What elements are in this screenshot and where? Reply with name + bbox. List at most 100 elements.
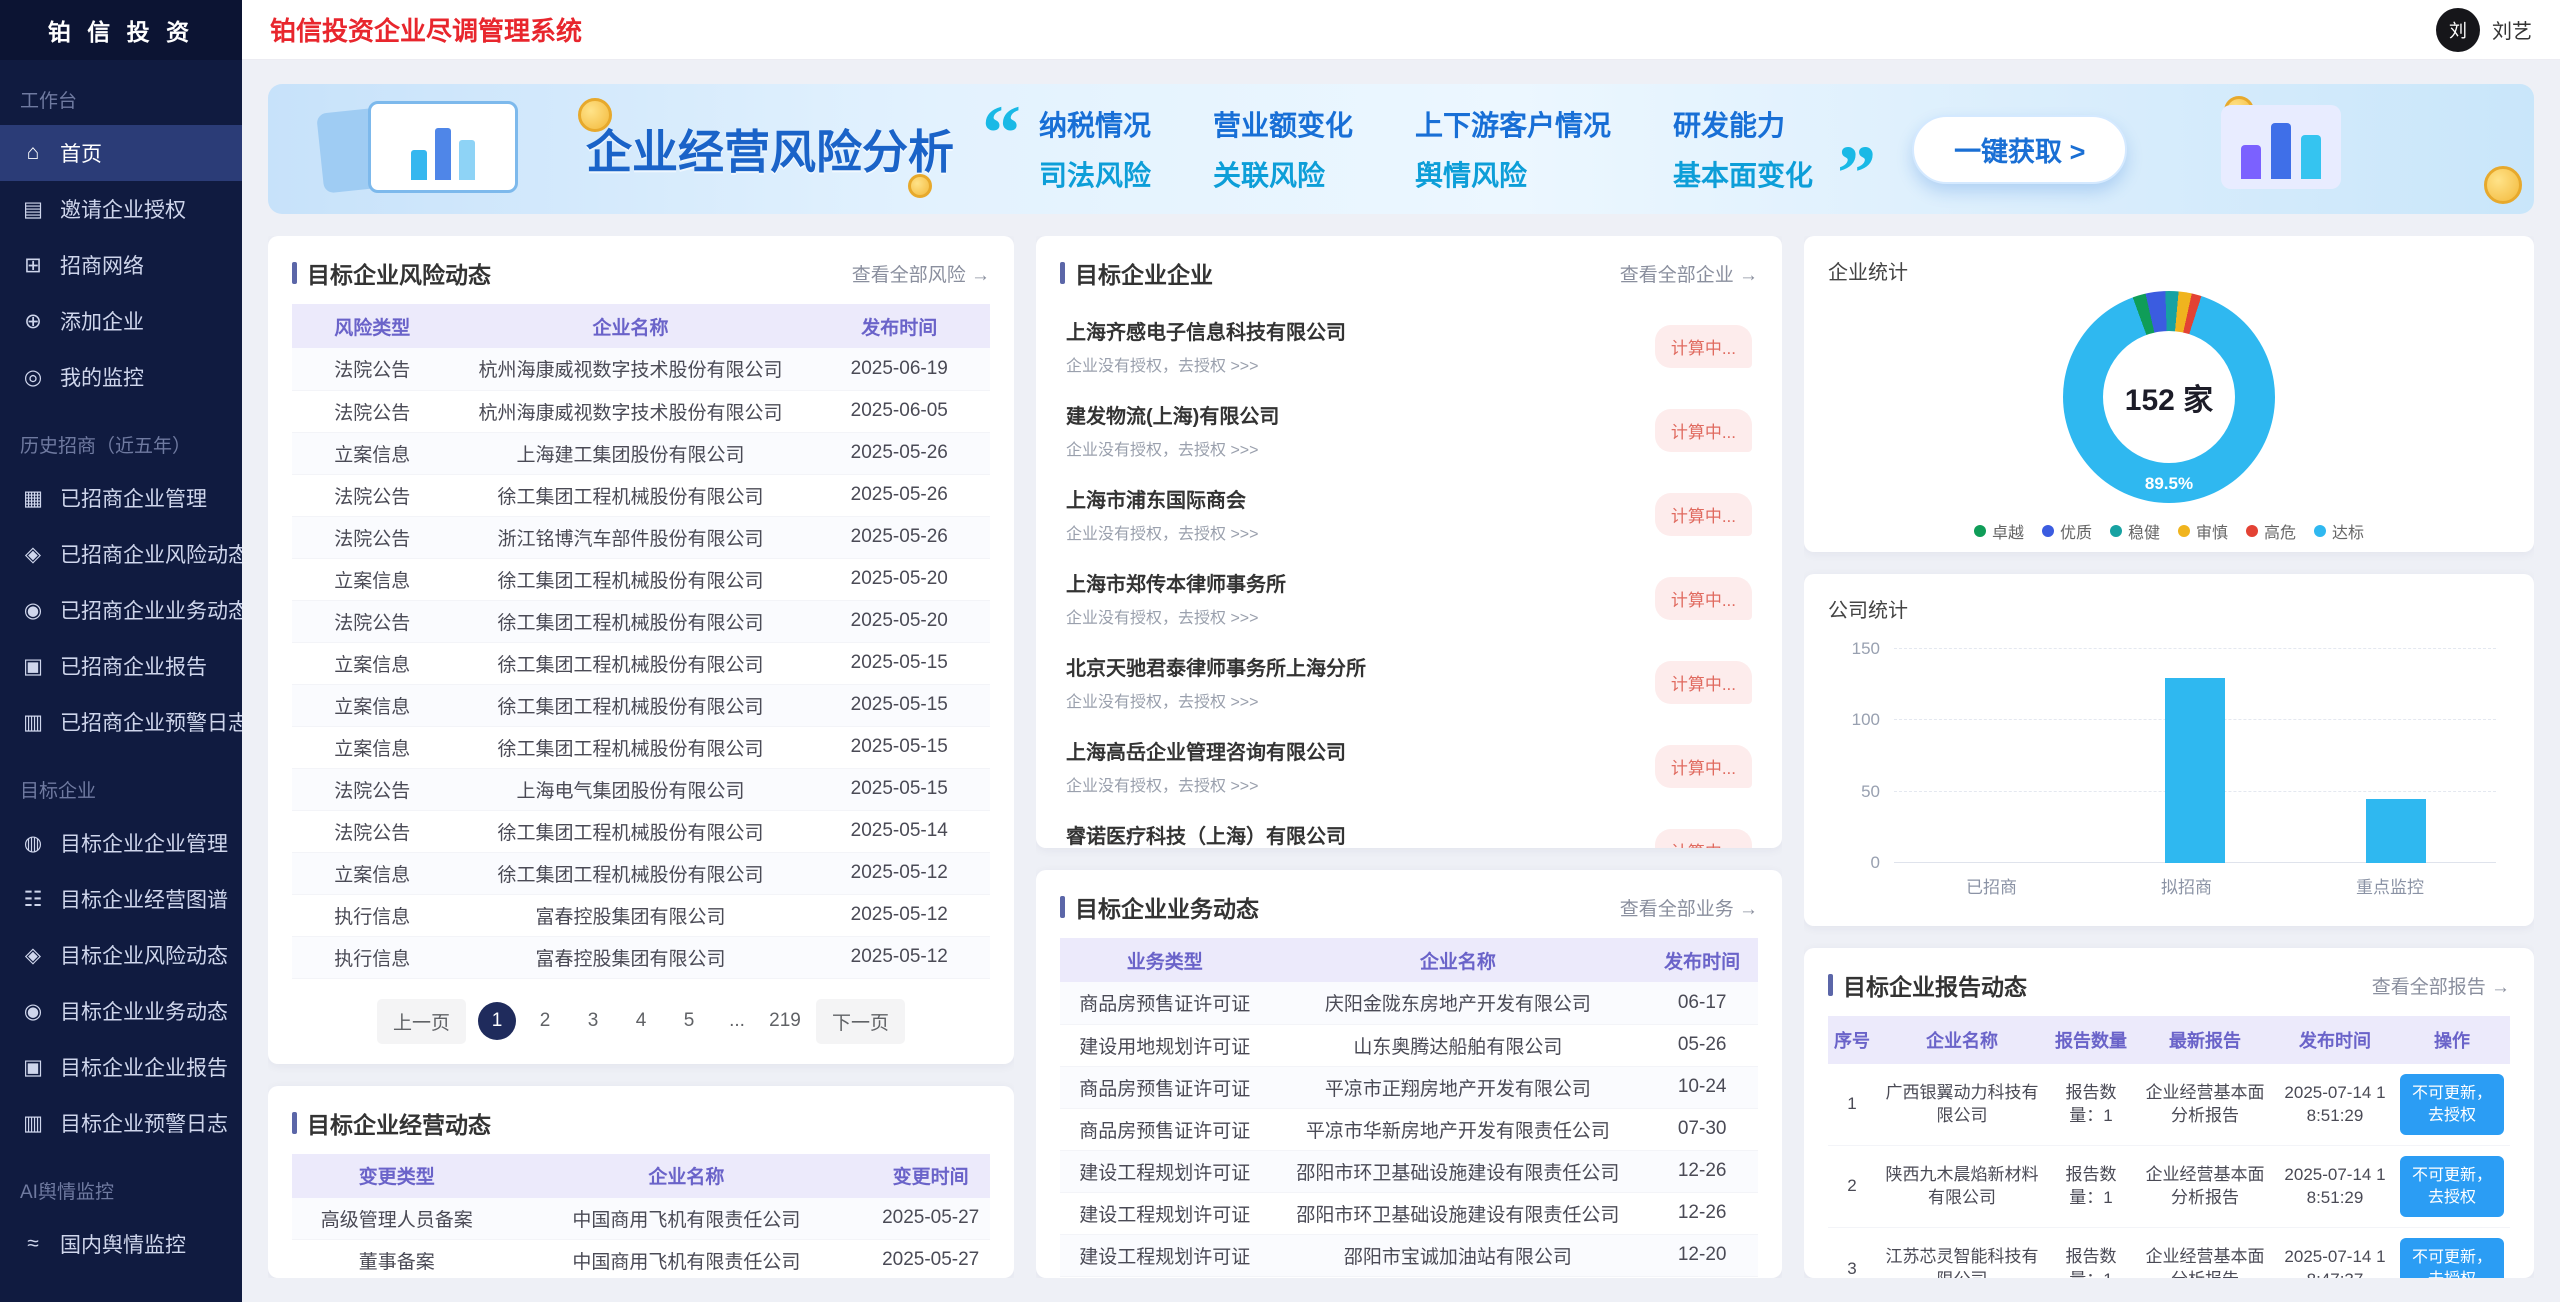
dashboard-grid: 目标企业风险动态 查看全部风险 → 风险类型 企业名称 发布时间 法院公告 杭州… [268, 236, 2534, 1278]
page-number-button[interactable]: 3 [574, 1002, 612, 1040]
operation-table-row[interactable]: 董事备案 中国商用飞机有限责任公司 2025-05-27 [292, 1240, 990, 1279]
company-authorize-link[interactable]: 企业没有授权，去授权 >>> [1066, 352, 1655, 376]
risk-table-row[interactable]: 法院公告 浙江铭博汽车部件股份有限公司 2025-05-26 [292, 516, 990, 558]
company-authorize-link[interactable]: 企业没有授权，去授权 >>> [1066, 520, 1655, 544]
page-number-button[interactable]: 219 [766, 1002, 804, 1040]
authorize-button[interactable]: 不可更新，去授权 [2400, 1156, 2504, 1218]
business-table-row[interactable]: 建设工程规划许可证 邵阳市环卫基础设施建设有限责任公司 12-26 [1060, 1192, 1758, 1234]
risk-view-all-link[interactable]: 查看全部风险 → [852, 260, 990, 287]
accent-bar [292, 1111, 297, 1134]
sidebar-item-target-graph[interactable]: ☷ 目标企业经营图谱 [0, 871, 242, 927]
banner-title: 企业经营风险分析 [586, 126, 954, 178]
risk-table-row[interactable]: 法院公告 徐工集团工程机械股份有限公司 2025-05-14 [292, 810, 990, 852]
report-index: 2 [1847, 1176, 1857, 1196]
avatar[interactable]: 刘 [2436, 7, 2480, 52]
risk-company-name: 徐工集团工程机械股份有限公司 [497, 612, 764, 634]
business-view-all-link[interactable]: 查看全部业务 → [1620, 894, 1758, 921]
page: 铂 信 投 资 工作台 ⌂ 首页 ▤ 邀请企业授权 ⊞ 招商网络 ⊕ 添加企业 … [0, 0, 2560, 1302]
sidebar-item-target-manage[interactable]: ◍ 目标企业企业管理 [0, 815, 242, 871]
risk-table-row[interactable]: 执行信息 富春控股集团有限公司 2025-05-12 [292, 894, 990, 936]
sidebar-item-hist-report[interactable]: ▣ 已招商企业报告 [0, 638, 242, 694]
company-name: 上海市郑传本律师事务所 [1066, 574, 1286, 596]
risk-table-row[interactable]: 执行信息 富春控股集团有限公司 2025-05-12 [292, 936, 990, 978]
risk-publish-date: 2025-05-15 [850, 736, 948, 757]
donut-legend: 卓越 优质 稳健 审慎 高危 达标 [1828, 519, 2510, 543]
one-click-get-button[interactable]: 一键获取 > [1912, 114, 2128, 184]
company-list-item[interactable]: 北京天驰君泰律师事务所上海分所 企业没有授权，去授权 >>> 计算中... [1060, 640, 1758, 724]
report-view-all-link[interactable]: 查看全部报告 → [2372, 972, 2510, 999]
home-icon: ⌂ [26, 141, 40, 164]
sidebar-item-target-warning-log[interactable]: ▥ 目标企业预警日志 [0, 1095, 242, 1151]
companies-view-all-link[interactable]: 查看全部企业 → [1620, 260, 1758, 287]
business-table-row[interactable]: 建设工程规划许可证 邵阳市新鸿置业有限公司 12-16 [1060, 1276, 1758, 1278]
sidebar-item-hist-risk[interactable]: ◈ 已招商企业风险动态 [0, 526, 242, 582]
sidebar-item-add-company[interactable]: ⊕ 添加企业 [0, 293, 242, 349]
business-table: 业务类型 企业名称 发布时间 商品房预售证许可证 庆阳金陇东房地产开发有限公司 … [1060, 938, 1758, 1278]
risk-table-row[interactable]: 立案信息 徐工集团工程机械股份有限公司 2025-05-15 [292, 684, 990, 726]
risk-table-row[interactable]: 立案信息 徐工集团工程机械股份有限公司 2025-05-15 [292, 726, 990, 768]
prev-page-button[interactable]: 上一页 [376, 998, 466, 1044]
sidebar-item-my-monitor[interactable]: ◎ 我的监控 [0, 349, 242, 405]
page-number-button[interactable]: 2 [526, 1002, 564, 1040]
sidebar-item-label: 已招商企业报告 [60, 656, 207, 679]
risk-table-row[interactable]: 立案信息 徐工集团工程机械股份有限公司 2025-05-15 [292, 642, 990, 684]
operation-panel: 目标企业经营动态 变更类型 企业名称 变更时间 高级管理人员备案 中国商用飞机有… [268, 1085, 1014, 1279]
risk-table-row[interactable]: 法院公告 上海电气集团股份有限公司 2025-05-15 [292, 768, 990, 810]
company-authorize-link[interactable]: 企业没有授权，去授权 >>> [1066, 604, 1655, 628]
sidebar-item-invite-auth[interactable]: ▤ 邀请企业授权 [0, 181, 242, 237]
sidebar-item-network[interactable]: ⊞ 招商网络 [0, 237, 242, 293]
company-list-item[interactable]: 睿诺医疗科技（上海）有限公司 企业没有授权，去授权 >>> 计算中... [1060, 808, 1758, 848]
risk-publish-date: 2025-05-20 [850, 568, 948, 589]
risk-table-row[interactable]: 立案信息 徐工集团工程机械股份有限公司 2025-05-20 [292, 558, 990, 600]
company-authorize-link[interactable]: 企业没有授权，去授权 >>> [1066, 772, 1655, 796]
sidebar: 铂 信 投 资 工作台 ⌂ 首页 ▤ 邀请企业授权 ⊞ 招商网络 ⊕ 添加企业 … [0, 0, 242, 1302]
op-col-date: 变更时间 [871, 1153, 990, 1198]
risk-table-row[interactable]: 法院公告 杭州海康威视数字技术股份有限公司 2025-06-19 [292, 348, 990, 390]
authorize-button[interactable]: 不可更新，去授权 [2400, 1238, 2504, 1278]
page-number-button[interactable]: 5 [670, 1002, 708, 1040]
risk-type: 法院公告 [334, 402, 411, 424]
biz-col-date: 发布时间 [1646, 938, 1758, 982]
business-table-row[interactable]: 建设工程规划许可证 邵阳市环卫基础设施建设有限责任公司 12-26 [1060, 1150, 1758, 1192]
company-list-item[interactable]: 上海市浦东国际商会 企业没有授权，去授权 >>> 计算中... [1060, 472, 1758, 556]
sidebar-item-target-report[interactable]: ▣ 目标企业企业报告 [0, 1039, 242, 1095]
sidebar-section-biz-expansion: 业务拓客 [0, 1272, 242, 1302]
sidebar-item-home[interactable]: ⌂ 首页 [0, 125, 242, 181]
risk-table-row[interactable]: 立案信息 上海建工集团股份有限公司 2025-05-26 [292, 432, 990, 474]
company-authorize-link[interactable]: 企业没有授权，去授权 >>> [1066, 688, 1655, 712]
risk-type: 执行信息 [334, 948, 411, 970]
company-authorize-link[interactable]: 企业没有授权，去授权 >>> [1066, 436, 1655, 460]
business-table-row[interactable]: 商品房预售证许可证 平凉市正翔房地产开发有限公司 10-24 [1060, 1066, 1758, 1108]
bar-fill [2365, 798, 2426, 863]
company-list-item[interactable]: 上海高岳企业管理咨询有限公司 企业没有授权，去授权 >>> 计算中... [1060, 724, 1758, 808]
authorize-button[interactable]: 不可更新，去授权 [2400, 1074, 2504, 1136]
sidebar-item-domestic-sentiment[interactable]: ≈ 国内舆情监控 [0, 1216, 242, 1272]
company-list-item[interactable]: 建发物流(上海)有限公司 企业没有授权，去授权 >>> 计算中... [1060, 388, 1758, 472]
business-table-row[interactable]: 建设用地规划许可证 山东奥腾达船舶有限公司 05-26 [1060, 1024, 1758, 1066]
sidebar-item-hist-manage[interactable]: ▦ 已招商企业管理 [0, 470, 242, 526]
operation-table-row[interactable]: 高级管理人员备案 中国商用飞机有限责任公司 2025-05-27 [292, 1197, 990, 1240]
company-list-item[interactable]: 上海齐感电子信息科技有限公司 企业没有授权，去授权 >>> 计算中... [1060, 304, 1758, 388]
sidebar-item-hist-business[interactable]: ◉ 已招商企业业务动态 [0, 582, 242, 638]
report-company-name: 江苏芯灵智能科技有限公司 [1885, 1247, 2039, 1278]
sidebar-item-target-risk[interactable]: ◈ 目标企业风险动态 [0, 927, 242, 983]
calculating-badge: 计算中... [1654, 324, 1752, 368]
user-menu[interactable]: 刘 刘艺 [2436, 7, 2532, 52]
page-number-button[interactable]: 4 [622, 1002, 660, 1040]
risk-table-row[interactable]: 法院公告 徐工集团工程机械股份有限公司 2025-05-26 [292, 474, 990, 516]
biz-company-name: 山东奥腾达船舶有限公司 [1353, 1036, 1563, 1058]
business-table-row[interactable]: 建设工程规划许可证 邵阳市宝诚加油站有限公司 12-20 [1060, 1234, 1758, 1276]
risk-publish-date: 2025-05-20 [850, 610, 948, 631]
company-list-item[interactable]: 上海市郑传本律师事务所 企业没有授权，去授权 >>> 计算中... [1060, 556, 1758, 640]
risk-table-row[interactable]: 法院公告 杭州海康威视数字技术股份有限公司 2025-06-05 [292, 390, 990, 432]
business-table-row[interactable]: 商品房预售证许可证 庆阳金陇东房地产开发有限公司 06-17 [1060, 982, 1758, 1024]
risk-table-row[interactable]: 立案信息 徐工集团工程机械股份有限公司 2025-05-12 [292, 852, 990, 894]
sidebar-item-target-business[interactable]: ◉ 目标企业业务动态 [0, 983, 242, 1039]
next-page-button[interactable]: 下一页 [816, 998, 906, 1044]
sidebar-item-hist-warning-log[interactable]: ▥ 已招商企业预警日志 [0, 694, 242, 750]
risk-table-row[interactable]: 法院公告 徐工集团工程机械股份有限公司 2025-05-20 [292, 600, 990, 642]
page-number-button[interactable]: ... [718, 1002, 756, 1040]
business-table-row[interactable]: 商品房预售证许可证 平凉市华新房地产开发有限责任公司 07-30 [1060, 1108, 1758, 1150]
calculating-badge: 计算中... [1654, 408, 1752, 452]
page-number-button[interactable]: 1 [478, 1002, 516, 1040]
